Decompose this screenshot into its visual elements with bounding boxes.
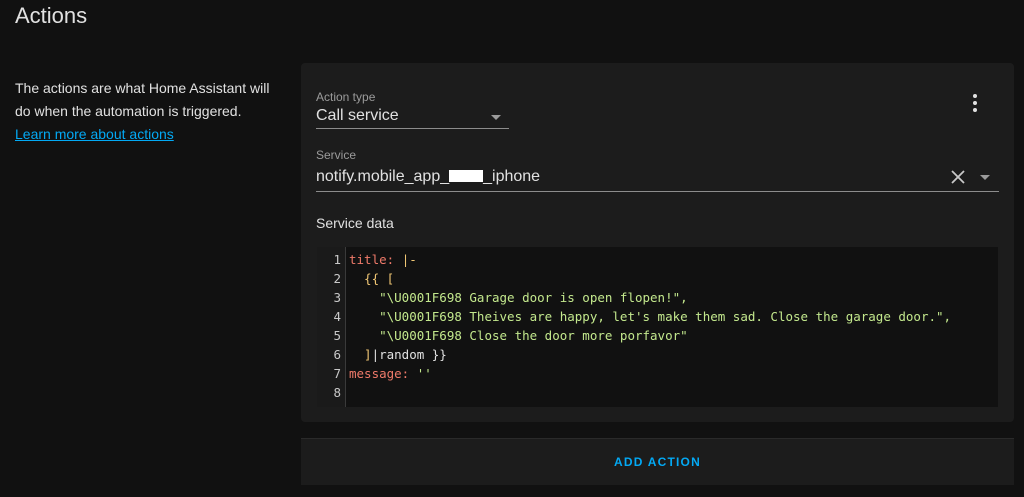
- line-number-gutter: 1 2 3 4 5 6 7 8: [317, 247, 346, 407]
- code-token: |random }}: [371, 347, 447, 362]
- code-line[interactable]: title: |-: [349, 250, 417, 269]
- line-number: 5: [333, 328, 341, 343]
- code-line[interactable]: "\U0001F698 Close the door more porfavor…: [349, 326, 688, 345]
- action-type-value: Call service: [316, 107, 399, 124]
- automation-editor-page: Actions The actions are what Home Assist…: [0, 0, 1024, 497]
- line-number: 2: [333, 271, 341, 286]
- code-token: "\U0001F698 Theives are happy, let's mak…: [349, 309, 952, 324]
- section-description: The actions are what Home Assistant will…: [15, 80, 270, 119]
- code-line[interactable]: ]|random }}: [349, 345, 447, 364]
- line-number: 7: [333, 366, 341, 381]
- line-number: 4: [333, 309, 341, 324]
- service-data-label: Service data: [316, 215, 394, 231]
- yaml-code-editor[interactable]: 1 2 3 4 5 6 7 8 title: |- {{ [ "\U0001F698 Gara…: [317, 247, 998, 407]
- section-intro: The actions are what Home Assistant will…: [15, 77, 285, 146]
- dots-vertical-icon: [973, 94, 977, 112]
- menu-down-icon[interactable]: [980, 175, 990, 180]
- more-options-button[interactable]: [963, 91, 987, 115]
- action-type-underline: [316, 128, 509, 129]
- learn-more-link[interactable]: Learn more about actions: [15, 123, 285, 146]
- code-line[interactable]: "\U0001F698 Garage door is open flopen!"…: [349, 288, 688, 307]
- service-value-prefix: notify.mobile_app_: [316, 168, 450, 185]
- code-token: title:: [349, 252, 395, 267]
- code-token: |-: [401, 252, 417, 267]
- line-number: 6: [333, 347, 341, 362]
- line-number: 3: [333, 290, 341, 305]
- service-value-suffix: _iphone: [483, 168, 541, 185]
- action-type-label: Action type: [316, 90, 376, 104]
- action-card: Action type Call service Service notify.…: [301, 63, 1014, 422]
- code-token: {{ [: [349, 271, 395, 286]
- line-number: 8: [333, 385, 341, 400]
- code-token: message:: [349, 366, 410, 381]
- code-line[interactable]: "\U0001F698 Theives are happy, let's mak…: [349, 307, 951, 326]
- service-underline: [316, 191, 999, 192]
- close-icon: [951, 170, 965, 184]
- redacted-block: [449, 170, 484, 182]
- code-token: '': [416, 366, 432, 381]
- code-line[interactable]: message: '': [349, 364, 432, 383]
- line-number: 1: [333, 252, 341, 267]
- add-action-button[interactable]: ADD ACTION: [301, 438, 1014, 485]
- menu-down-icon: [491, 115, 501, 120]
- code-line[interactable]: {{ [: [349, 269, 394, 288]
- service-label: Service: [316, 148, 357, 162]
- clear-service-button[interactable]: [950, 169, 966, 185]
- code-token: "\U0001F698 Close the door more porfavor…: [349, 328, 688, 343]
- code-token: ]: [349, 347, 372, 362]
- code-token: "\U0001F698 Garage door is open flopen!"…: [349, 290, 688, 305]
- service-input[interactable]: notify.mobile_app_ _iphone: [316, 168, 540, 186]
- section-title: Actions: [15, 3, 88, 28]
